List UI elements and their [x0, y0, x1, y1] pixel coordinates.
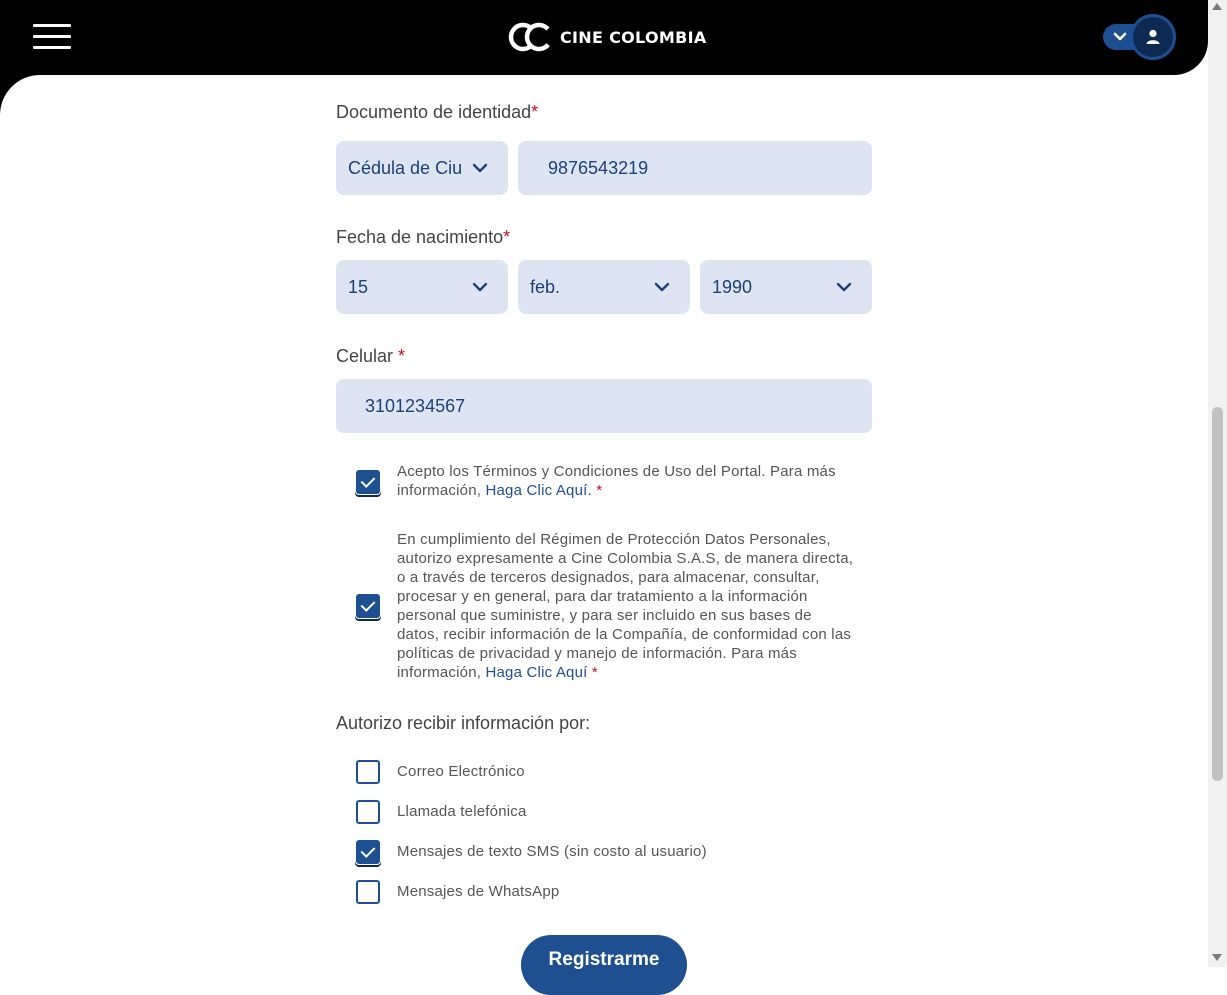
chevron-down-icon — [472, 282, 488, 292]
document-type-value: Cédula de Ciudadanía — [348, 157, 462, 178]
terms-text-body: Acepto los Términos y Condiciones de Uso… — [397, 463, 836, 499]
cine-colombia-logo[interactable]: CINE COLOMBIA — [507, 20, 707, 54]
sms-channel-label: Mensajes de texto SMS (sin costo al usua… — [397, 843, 707, 860]
document-type-select[interactable]: Cédula de Ciudadanía — [336, 141, 508, 195]
birth-month-select[interactable]: feb. — [518, 260, 690, 314]
top-header: CINE COLOMBIA — [0, 0, 1208, 75]
required-mark: * — [531, 102, 539, 122]
chevron-down-icon — [1113, 32, 1127, 41]
scrollbar-thumb[interactable] — [1212, 407, 1223, 781]
documento-label-text: Documento de identidad — [336, 102, 532, 122]
birth-year-select[interactable]: 1990 — [700, 260, 872, 314]
whatsapp-channel-checkbox[interactable] — [356, 880, 380, 904]
user-silhouette-icon — [1146, 29, 1160, 44]
user-icon[interactable] — [1130, 14, 1176, 60]
required-mark: * — [596, 482, 603, 499]
whatsapp-channel-label: Mensajes de WhatsApp — [397, 883, 560, 900]
privacy-checkbox[interactable] — [356, 594, 380, 618]
required-mark: * — [591, 664, 598, 681]
fecha-label: Fecha de nacimiento* — [336, 227, 510, 248]
terms-link-period: . — [587, 482, 592, 499]
celular-value: 3101234567 — [365, 395, 466, 416]
birth-day-value: 15 — [348, 276, 369, 297]
terms-link[interactable]: Haga Clic Aquí — [485, 482, 587, 499]
chevron-down-icon — [836, 282, 852, 292]
autorizo-label: Autorizo recibir información por: — [336, 713, 591, 733]
hamburger-menu-icon[interactable] — [33, 24, 71, 50]
privacy-text: En cumplimiento del Régimen de Protecció… — [397, 530, 857, 682]
chevron-down-icon — [654, 282, 670, 292]
privacy-text-body: En cumplimiento del Régimen de Protecció… — [397, 531, 854, 681]
celular-label: Celular * — [336, 346, 405, 367]
privacy-link[interactable]: Haga Clic Aquí — [485, 664, 587, 681]
document-number-input[interactable]: 9876543219 — [518, 141, 872, 195]
scroll-down-arrow-icon[interactable] — [1212, 954, 1222, 961]
celular-label-text: Celular — [336, 346, 399, 366]
celular-input[interactable]: 3101234567 — [336, 379, 872, 433]
email-channel-label: Correo Electrónico — [397, 763, 525, 780]
required-mark: * — [398, 346, 406, 366]
register-button-label: Registrarme — [548, 949, 660, 970]
header-corner-decoration — [0, 75, 40, 115]
cine-colombia-logo-icon — [508, 22, 554, 52]
required-mark: * — [503, 227, 511, 247]
terms-checkbox[interactable] — [356, 470, 380, 494]
documento-label: Documento de identidad* — [336, 102, 538, 123]
phone-channel-label: Llamada telefónica — [397, 803, 527, 820]
email-channel-checkbox[interactable] — [356, 760, 380, 784]
brand-name: CINE COLOMBIA — [560, 27, 707, 47]
birth-month-value: feb. — [530, 276, 561, 297]
birth-day-select[interactable]: 15 — [336, 260, 508, 314]
register-button[interactable]: Registrarme — [521, 935, 687, 995]
terms-text: Acepto los Términos y Condiciones de Uso… — [397, 462, 837, 500]
sms-channel-checkbox[interactable] — [356, 840, 380, 864]
fecha-label-text: Fecha de nacimiento — [336, 227, 504, 247]
phone-channel-checkbox[interactable] — [356, 800, 380, 824]
scroll-up-arrow-icon[interactable] — [1212, 3, 1222, 10]
birth-year-value: 1990 — [712, 276, 753, 297]
chevron-down-icon — [472, 163, 488, 173]
document-number-value: 9876543219 — [548, 157, 649, 178]
